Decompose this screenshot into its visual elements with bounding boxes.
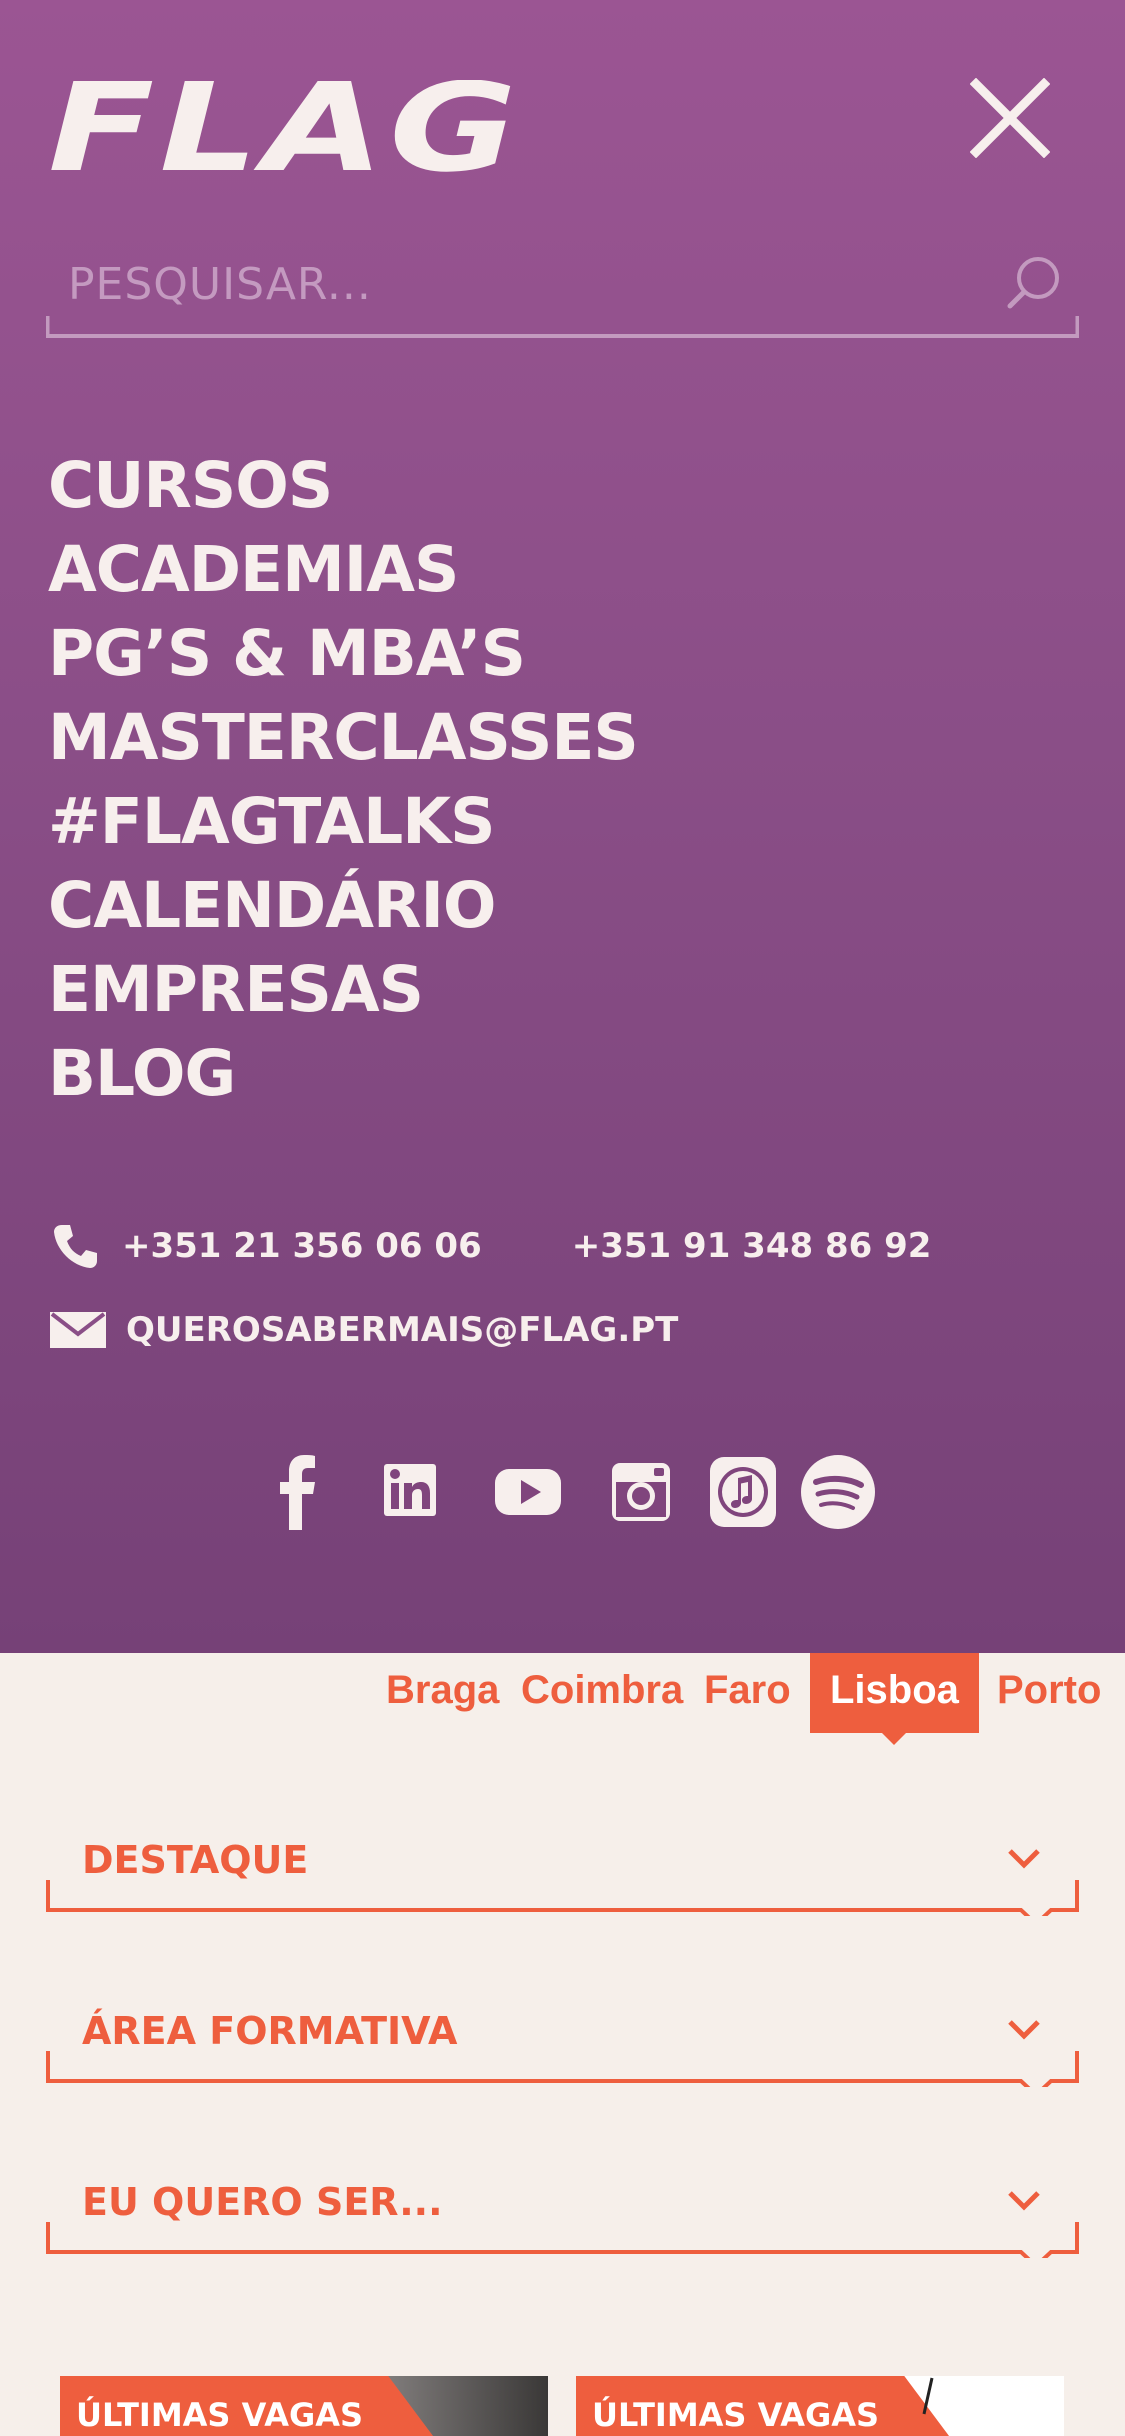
chevron-down-icon — [1008, 2191, 1040, 2211]
filter-eu-quero-ser[interactable]: EU QUERO SER... — [46, 2162, 1079, 2258]
course-card[interactable]: ÚLTIMAS VAGAS — [576, 2376, 1064, 2436]
city-tab-faro[interactable]: Faro — [704, 1653, 791, 1733]
search-input[interactable] — [68, 254, 988, 314]
email-address[interactable]: QUEROSABERMAIS@FLAG.PT — [126, 1310, 678, 1350]
filter-quero-ser-label: EU QUERO SER... — [82, 2180, 443, 2224]
city-tab-porto[interactable]: Porto — [997, 1653, 1101, 1733]
nav-item-calendario[interactable]: CALENDÁRIO — [48, 864, 638, 948]
card-image-fragment — [922, 2377, 934, 2415]
instagram-icon[interactable] — [610, 1452, 672, 1532]
nav-item-academias[interactable]: ACADEMIAS — [48, 528, 638, 612]
search-bar — [46, 244, 1079, 340]
itunes-icon[interactable] — [708, 1452, 778, 1532]
search-icon[interactable] — [1004, 254, 1064, 314]
ultimas-vagas-badge: ÚLTIMAS VAGAS — [60, 2376, 434, 2436]
mail-icon — [50, 1312, 106, 1348]
close-icon[interactable] — [970, 78, 1050, 158]
email-contact: QUEROSABERMAIS@FLAG.PT — [50, 1302, 678, 1358]
city-tab-braga[interactable]: Braga — [386, 1653, 499, 1733]
filter-destaque[interactable]: DESTAQUE — [46, 1820, 1079, 1916]
course-card[interactable]: ÚLTIMAS VAGAS — [60, 2376, 548, 2436]
facebook-icon[interactable] — [268, 1452, 328, 1532]
chevron-down-icon — [1008, 2020, 1040, 2040]
nav-item-cursos[interactable]: CURSOS — [48, 444, 638, 528]
phone-contacts: +351 21 356 06 06 +351 91 348 86 92 — [52, 1218, 931, 1274]
nav-item-pgs-mbas[interactable]: PG’S & MBA’S — [48, 612, 638, 696]
linkedin-icon[interactable] — [382, 1452, 438, 1532]
phone-number-2[interactable]: +351 91 348 86 92 — [572, 1226, 932, 1266]
nav-item-blog[interactable]: BLOG — [48, 1032, 638, 1116]
filter-area-formativa[interactable]: ÁREA FORMATIVA — [46, 1991, 1079, 2087]
main-nav: CURSOS ACADEMIAS PG’S & MBA’S MASTERCLAS… — [48, 444, 639, 1116]
spotify-icon[interactable] — [798, 1452, 878, 1532]
phone-number-1[interactable]: +351 21 356 06 06 — [122, 1226, 482, 1266]
ultimas-vagas-badge: ÚLTIMAS VAGAS — [576, 2376, 950, 2436]
menu-panel: FLAG CURSOS ACADEMIAS PG’S & MBA’S MASTE… — [0, 0, 1125, 1653]
nav-item-flagtalks[interactable]: #FLAGTALKS — [48, 780, 638, 864]
flag-logo[interactable]: FLAG — [44, 80, 526, 176]
social-links — [268, 1452, 878, 1532]
nav-item-masterclasses[interactable]: MASTERCLASSES — [48, 696, 639, 780]
youtube-icon[interactable] — [494, 1452, 562, 1532]
phone-icon — [54, 1225, 97, 1268]
nav-item-empresas[interactable]: EMPRESAS — [48, 948, 638, 1032]
filter-destaque-label: DESTAQUE — [82, 1838, 309, 1882]
city-tab-lisboa[interactable]: Lisboa — [810, 1653, 979, 1745]
city-tab-coimbra[interactable]: Coimbra — [521, 1653, 683, 1733]
logo-text: FLAG — [48, 80, 522, 176]
city-tabs: Braga Coimbra Faro Lisboa Porto — [0, 1653, 1125, 1745]
filter-area-label: ÁREA FORMATIVA — [82, 2009, 458, 2053]
chevron-down-icon — [1008, 1849, 1040, 1869]
